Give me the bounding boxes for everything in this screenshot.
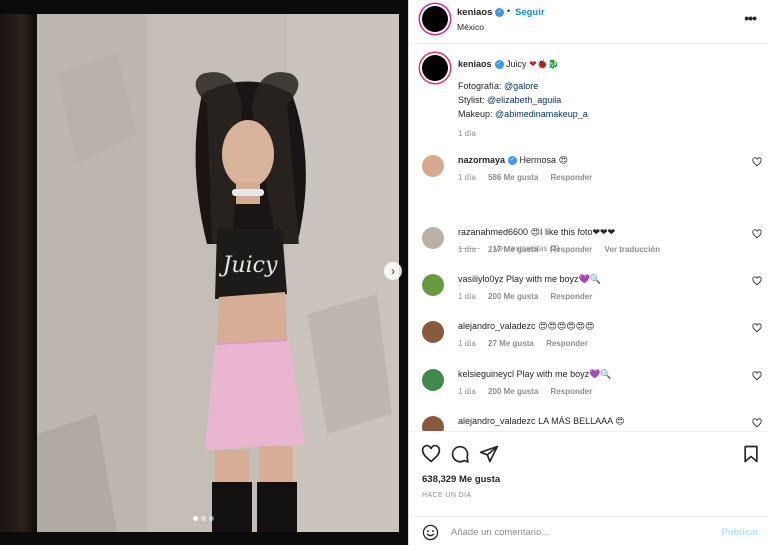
caption-emojis: ❤🐞🐉 xyxy=(529,60,560,70)
commenter-avatar[interactable] xyxy=(422,227,444,249)
chevron-right-icon: › xyxy=(391,264,395,278)
comment-time: 1 día xyxy=(458,292,476,301)
makeup-credit-link[interactable]: @abimedinamakeup_a xyxy=(495,109,588,119)
commenter-avatar[interactable] xyxy=(422,274,444,296)
comment-item: razanahmed6600 😍I like this foto❤❤❤ 1 dí… xyxy=(422,227,762,267)
reply-button[interactable]: Responder xyxy=(546,339,588,348)
comment-text: LA MÁS BELLAAA xyxy=(538,416,613,426)
top-print-text: Juicy xyxy=(219,253,278,278)
heart-icon[interactable] xyxy=(752,371,762,381)
heart-icon[interactable] xyxy=(752,229,762,239)
comment-username[interactable]: vasiliylo0yz xyxy=(458,274,504,284)
comment-suffix: ❤❤❤ xyxy=(592,228,616,238)
comment-icon[interactable] xyxy=(450,444,470,464)
comment-text: I like this foto xyxy=(539,227,593,237)
comment-likes[interactable]: 27 Me gusta xyxy=(488,339,534,348)
comment-emoji: 😍 xyxy=(615,417,625,427)
post-actions: 638,329 Me gusta Hace un día Publicar xyxy=(409,431,768,545)
reply-button[interactable]: Responder xyxy=(551,245,593,254)
comment-emoji: 😍 xyxy=(558,156,568,166)
comment-username[interactable]: kelsieguineycl xyxy=(458,369,514,379)
comment-username[interactable]: alejandro_valadezc xyxy=(458,321,536,331)
publish-button[interactable]: Publicar xyxy=(722,527,760,538)
photo-credit-link[interactable]: @galore xyxy=(504,81,538,91)
author-avatar[interactable] xyxy=(422,55,448,81)
next-slide-button[interactable]: › xyxy=(384,262,402,280)
share-icon[interactable] xyxy=(479,444,499,464)
author-username[interactable]: keniaos xyxy=(457,7,492,18)
comment-item: alejandro_valadezc 😍😍😍😍😍😍 1 día 27 Me gu… xyxy=(422,321,762,361)
slide-dot xyxy=(193,516,198,521)
slide-dot xyxy=(201,516,206,521)
caption-username[interactable]: keniaos xyxy=(458,59,492,69)
translate-button[interactable]: Ver traducción xyxy=(605,245,661,254)
comment-item: vasiliylo0yz Play with me boyz💜🔍 1 día 2… xyxy=(422,274,762,314)
reply-button[interactable]: Responder xyxy=(551,173,593,182)
comment-username[interactable]: razanahmed6600 xyxy=(458,227,528,237)
likes-count[interactable]: 638,329 Me gusta xyxy=(422,474,500,485)
stylist-credit-link[interactable]: @elizabeth_aguila xyxy=(487,95,561,105)
add-comment-bar: Publicar xyxy=(409,516,768,545)
follow-button[interactable]: Seguir xyxy=(515,7,545,18)
heart-icon[interactable] xyxy=(752,323,762,333)
comment-likes[interactable]: 217 Me gusta xyxy=(488,245,538,254)
verified-icon: ✓ xyxy=(495,7,505,17)
commenter-avatar[interactable] xyxy=(422,155,444,177)
heart-icon[interactable] xyxy=(421,444,441,464)
photo-background-edge xyxy=(0,14,37,532)
comment-time: 1 día xyxy=(458,173,476,182)
comment-username[interactable]: alejandro_valadezc xyxy=(458,416,536,426)
photo-credit-label: Fotografía: xyxy=(458,81,502,91)
comment-emoji: 😍 xyxy=(530,228,540,238)
reply-button[interactable]: Responder xyxy=(551,387,593,396)
verified-icon: ✓ xyxy=(494,60,504,70)
caption-time: 1 día xyxy=(458,129,476,138)
comment-username[interactable]: nazormaya xyxy=(458,155,505,165)
comment-item: nazormaya ✓ Hermosa 😍 1 día 586 Me gusta … xyxy=(422,155,762,195)
reply-button[interactable]: Responder xyxy=(551,292,593,301)
commenter-avatar[interactable] xyxy=(422,369,444,391)
heart-icon[interactable] xyxy=(752,157,762,167)
location-link[interactable]: México xyxy=(457,22,484,32)
photo-illustration: Juicy xyxy=(37,14,399,532)
comment-likes[interactable]: 200 Me gusta xyxy=(488,292,538,301)
comment-emoji: 💜🔍 xyxy=(578,275,601,285)
comment-item: kelsieguineycl Play with me boyz💜🔍 1 día… xyxy=(422,369,762,409)
comment-item: alejandro_valadezc LA MÁS BELLAAA 😍 xyxy=(422,416,762,431)
comment-text: Play with me boyz xyxy=(516,369,590,379)
post-photo: Juicy xyxy=(37,14,399,532)
slide-indicator xyxy=(193,516,214,521)
verified-icon: ✓ xyxy=(508,156,518,166)
comment-emoji: 😍😍😍😍😍😍 xyxy=(538,322,595,332)
comment-time: 1 día xyxy=(458,339,476,348)
commenter-avatar[interactable] xyxy=(422,321,444,343)
comment-time: 1 día xyxy=(458,387,476,396)
post-media: Juicy › xyxy=(0,0,408,545)
post-timestamp: Hace un día xyxy=(422,492,472,499)
comment-likes[interactable]: 586 Me gusta xyxy=(488,173,538,182)
comment-emoji: 💜🔍 xyxy=(589,370,612,380)
comments-list: keniaos ✓ Juicy ❤🐞🐉 Fotografía: @galore S… xyxy=(409,45,768,431)
heart-icon[interactable] xyxy=(752,276,762,286)
post-panel: keniaos ✓ • Seguir México ••• keniaos ✓ Ju… xyxy=(408,0,768,545)
comment-likes[interactable]: 200 Me gusta xyxy=(488,387,538,396)
more-icon[interactable]: ••• xyxy=(744,10,757,26)
separator-dot: • xyxy=(507,6,511,16)
comment-input[interactable] xyxy=(451,523,711,541)
comment-text: Play with me boyz xyxy=(506,274,579,284)
bookmark-icon[interactable] xyxy=(741,444,761,464)
heart-icon[interactable] xyxy=(752,418,762,428)
stylist-credit-label: Stylist: xyxy=(458,95,485,105)
comment-text: Hermosa xyxy=(519,155,557,165)
makeup-credit-label: Makeup: xyxy=(458,109,493,119)
emoji-icon[interactable] xyxy=(422,524,439,541)
slide-dot xyxy=(209,516,214,521)
author-avatar[interactable] xyxy=(422,6,448,32)
caption-text: Juicy xyxy=(506,59,527,69)
commenter-avatar[interactable] xyxy=(422,416,444,431)
comment-time: 1 día xyxy=(458,245,476,254)
post-header: keniaos ✓ • Seguir México ••• xyxy=(409,0,768,44)
